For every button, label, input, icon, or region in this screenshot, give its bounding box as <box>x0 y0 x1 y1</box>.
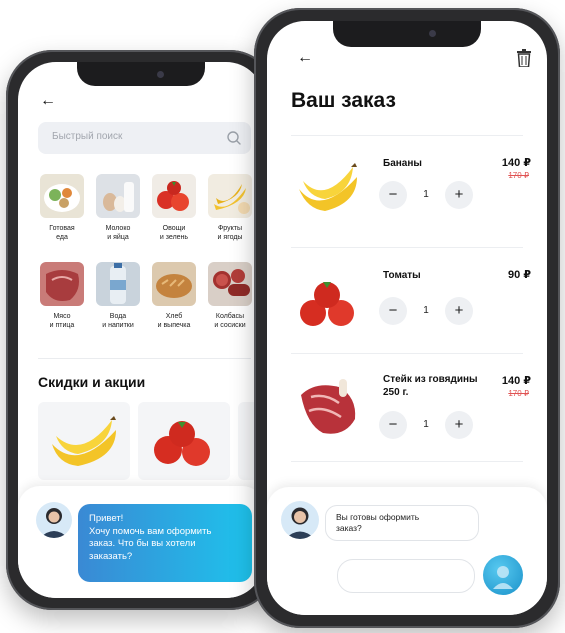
category-drinks[interactable]: Вода и напитки <box>92 262 144 330</box>
phone-notch <box>77 62 205 86</box>
assistant-avatar <box>36 502 72 538</box>
tomatoes-image <box>154 421 210 466</box>
promo-section-title: Скидки и акции <box>38 374 146 390</box>
search-input[interactable]: Быстрый поиск <box>38 122 251 154</box>
page-title: Ваш заказ <box>291 89 396 112</box>
item-name: Бананы <box>383 158 422 169</box>
search-placeholder: Быстрый поиск <box>52 131 123 142</box>
cart-item-bananas: Бананы 140 ₽ 170 ₽ − 1 + <box>267 141 547 245</box>
back-arrow-icon[interactable]: ← <box>40 92 56 110</box>
trash-icon[interactable] <box>517 49 531 67</box>
chat-input[interactable] <box>337 559 475 593</box>
bananas-image <box>299 163 357 211</box>
category-fruits[interactable]: Фрукты и ягоды <box>204 174 256 242</box>
quantity-stepper: − 1 + <box>379 411 473 441</box>
section-divider <box>38 358 251 359</box>
bananas-image <box>52 416 116 466</box>
back-arrow-icon[interactable]: ← <box>297 49 313 67</box>
category-ready-food[interactable]: Готовая еда <box>36 174 88 242</box>
divider <box>291 353 523 354</box>
category-vegetables[interactable]: Овощи и зелень <box>148 174 200 242</box>
decrease-button[interactable]: − <box>379 181 407 209</box>
assistant-message-bubble: Привет! Хочу помочь вам оформить заказ. … <box>78 504 252 582</box>
divider <box>291 247 523 248</box>
tomatoes-image <box>300 282 354 326</box>
fruits-image <box>208 174 252 218</box>
decrease-button[interactable]: − <box>379 411 407 439</box>
quantity-stepper: − 1 + <box>379 297 473 327</box>
category-sausages[interactable]: Колбасы и сосиски <box>204 262 256 330</box>
assistant-chat-panel: Привет! Хочу помочь вам оформить заказ. … <box>18 486 264 598</box>
increase-button[interactable]: + <box>445 297 473 325</box>
item-old-price: 170 ₽ <box>508 171 529 180</box>
drinks-image <box>96 262 140 306</box>
phone-order: ← Ваш заказ Бананы 140 ₽ 170 ₽ − 1 + Том… <box>254 8 560 628</box>
assistant-avatar <box>281 501 319 539</box>
cart-item-tomatoes: Томаты 90 ₽ − 1 + <box>267 253 547 357</box>
category-milk-eggs[interactable]: Молоко и яйца <box>92 174 144 242</box>
assistant-button[interactable] <box>483 555 523 595</box>
meat-image <box>40 262 84 306</box>
category-meat[interactable]: Мясо и птица <box>36 262 88 330</box>
search-icon[interactable] <box>226 130 242 146</box>
promo-card-tomatoes[interactable] <box>138 402 230 480</box>
item-name: Томаты <box>383 270 421 281</box>
item-price: 140 ₽ <box>501 157 531 169</box>
decrease-button[interactable]: − <box>379 297 407 325</box>
quantity-value: 1 <box>423 189 429 200</box>
sausages-image <box>208 262 252 306</box>
item-old-price: 170 ₽ <box>508 389 529 398</box>
milk-eggs-image <box>96 174 140 218</box>
item-price: 140 ₽ <box>501 375 531 387</box>
item-price: 90 ₽ <box>508 269 531 281</box>
cart-item-steak: Стейк из говядины 250 г. 140 ₽ 170 ₽ − 1… <box>267 359 547 463</box>
quantity-value: 1 <box>423 305 429 316</box>
quantity-value: 1 <box>423 419 429 430</box>
promo-card-bananas[interactable] <box>38 402 130 480</box>
category-bread[interactable]: Хлеб и выпечка <box>148 262 200 330</box>
bread-image <box>152 262 196 306</box>
assistant-icon <box>493 566 513 589</box>
catalog-screen: ← Быстрый поиск Готовая еда Молоко и яйц… <box>18 62 264 598</box>
phone-notch <box>333 21 481 47</box>
order-screen: ← Ваш заказ Бананы 140 ₽ 170 ₽ − 1 + Том… <box>267 21 547 615</box>
increase-button[interactable]: + <box>445 181 473 209</box>
ready-food-image <box>40 174 84 218</box>
divider <box>291 135 523 136</box>
increase-button[interactable]: + <box>445 411 473 439</box>
vegetables-image <box>152 174 196 218</box>
quantity-stepper: − 1 + <box>379 181 473 211</box>
assistant-message-bubble: Вы готовы оформить заказ? <box>325 505 479 541</box>
divider <box>291 461 523 462</box>
steak-image <box>301 379 356 434</box>
phone-catalog: ← Быстрый поиск Готовая еда Молоко и яйц… <box>6 50 276 610</box>
item-name: Стейк из говядины 250 г. <box>383 374 478 398</box>
assistant-chat-panel: Вы готовы оформить заказ? <box>267 487 547 615</box>
